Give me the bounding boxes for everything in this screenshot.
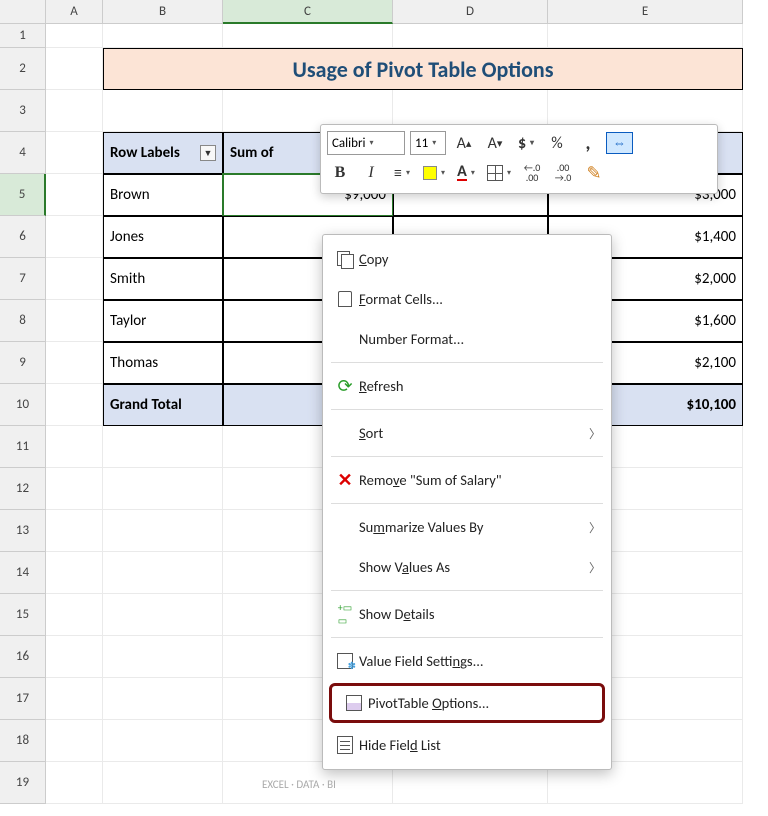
row-header-18[interactable]: 18 — [0, 720, 46, 762]
title-cell[interactable]: Usage of Pivot Table Options — [103, 48, 743, 90]
ctx-refresh[interactable]: ⟳ Refresh — [323, 366, 611, 406]
row-header-10[interactable]: 10 — [0, 384, 46, 426]
row-smith-name[interactable]: Smith — [103, 258, 223, 300]
fill-color-button[interactable]: ▾ — [420, 160, 448, 186]
row-taylor-name[interactable]: Taylor — [103, 300, 223, 342]
row-header-14[interactable]: 14 — [0, 552, 46, 594]
pivot-header-rowlabels[interactable]: Row Labels ▼ — [103, 132, 223, 174]
row-header-17[interactable]: 17 — [0, 678, 46, 720]
submenu-arrow-icon: 〉 — [589, 519, 601, 536]
decrease-decimal-button[interactable]: .00→.0 — [550, 160, 576, 186]
align-button[interactable]: ≡▾ — [389, 160, 415, 186]
ctx-separator — [331, 409, 603, 410]
format-painter-button[interactable]: ✎ — [581, 160, 607, 186]
field-settings-icon — [331, 649, 359, 673]
col-header-a[interactable]: A — [46, 0, 103, 24]
row-brown-name[interactable]: Brown — [103, 174, 223, 216]
refresh-icon: ⟳ — [331, 374, 359, 398]
row-header-13[interactable]: 13 — [0, 510, 46, 552]
ctx-value-field-label: Value Field Settings... — [359, 652, 601, 670]
borders-button[interactable]: ▾ — [484, 160, 514, 186]
ctx-summarize-label: Summarize Values By — [359, 518, 589, 536]
row-header-4[interactable]: 4 — [0, 132, 46, 174]
percent-format-button[interactable]: % — [544, 130, 570, 156]
row-header-12[interactable]: 12 — [0, 468, 46, 510]
comma-format-button[interactable]: , — [575, 130, 601, 156]
col-header-b[interactable]: B — [103, 0, 223, 24]
font-size-combo[interactable]: 11▾ — [410, 131, 446, 155]
row-header-16[interactable]: 16 — [0, 636, 46, 678]
grow-font-button[interactable]: A▴ — [451, 130, 477, 156]
ctx-show-values-label: Show Values As — [359, 558, 589, 576]
select-all-corner[interactable] — [0, 0, 46, 24]
ctx-sort[interactable]: Sort 〉 — [323, 413, 611, 453]
font-color-button[interactable]: A▾ — [453, 160, 479, 186]
col-header-e[interactable]: E — [548, 0, 743, 24]
copy-icon — [331, 247, 359, 271]
ctx-separator — [331, 637, 603, 638]
border-icon — [487, 165, 503, 181]
row-header-11[interactable]: 11 — [0, 426, 46, 468]
filter-dropdown-icon[interactable]: ▼ — [200, 145, 216, 161]
ctx-hide-list-label: Hide Field List — [359, 736, 601, 754]
row-labels-text: Row Labels — [110, 144, 180, 162]
watermark-text: EXCEL · DATA · BI — [262, 778, 336, 791]
ctx-pivot-options-label: PivotTable Options... — [368, 694, 592, 712]
row-header-3[interactable]: 3 — [0, 90, 46, 132]
row-jones-name[interactable]: Jones — [103, 216, 223, 258]
field-list-icon — [331, 733, 359, 757]
font-name-combo[interactable]: Calibri▾ — [327, 131, 405, 155]
row-header-7[interactable]: 7 — [0, 258, 46, 300]
submenu-arrow-icon: 〉 — [589, 559, 601, 576]
row-thomas-name[interactable]: Thomas — [103, 342, 223, 384]
ctx-number-format-label: Number Format... — [359, 330, 601, 348]
ctx-copy[interactable]: Copy — [323, 239, 611, 279]
accounting-format-button[interactable]: $▾ — [513, 130, 539, 156]
col-header-c[interactable]: C — [223, 0, 393, 24]
ctx-separator — [331, 456, 603, 457]
increase-decimal-button[interactable]: ←.0.00 — [519, 160, 545, 186]
row-header-1[interactable]: 1 — [0, 24, 46, 48]
grand-total-label[interactable]: Grand Total — [103, 384, 223, 426]
pivottable-icon — [340, 691, 368, 715]
ctx-show-values[interactable]: Show Values As 〉 — [323, 547, 611, 587]
expand-icon: +▭▭ — [331, 602, 359, 626]
row-header-6[interactable]: 6 — [0, 216, 46, 258]
column-headers: A B C D E — [0, 0, 768, 24]
ctx-pivottable-options[interactable]: PivotTable Options... — [329, 683, 605, 723]
row-header-2[interactable]: 2 — [0, 48, 46, 90]
shrink-font-button[interactable]: A▾ — [482, 130, 508, 156]
row-header-9[interactable]: 9 — [0, 342, 46, 384]
col-header-d[interactable]: D — [393, 0, 548, 24]
context-menu: Copy Format Cells... Number Format... ⟳ … — [322, 234, 612, 770]
bold-button[interactable]: B — [327, 160, 353, 186]
ctx-format-cells[interactable]: Format Cells... — [323, 279, 611, 319]
ctx-remove-label: Remove "Sum of Salary" — [359, 471, 601, 489]
ctx-summarize[interactable]: Summarize Values By 〉 — [323, 507, 611, 547]
remove-icon: ✕ — [331, 468, 359, 492]
ctx-show-details[interactable]: +▭▭ Show Details — [323, 594, 611, 634]
ctx-remove[interactable]: ✕ Remove "Sum of Salary" — [323, 460, 611, 500]
ctx-sort-label: Sort — [359, 424, 589, 442]
merge-center-button[interactable]: ⇔ — [606, 132, 633, 154]
submenu-arrow-icon: 〉 — [589, 425, 601, 442]
ctx-separator — [331, 503, 603, 504]
row-header-19[interactable]: 19 — [0, 762, 46, 804]
row-header-5[interactable]: 5 — [0, 174, 46, 216]
ctx-copy-label: Copy — [359, 250, 601, 268]
ctx-format-cells-label: Format Cells... — [359, 290, 601, 308]
row-header-15[interactable]: 15 — [0, 594, 46, 636]
ctx-number-format[interactable]: Number Format... — [323, 319, 611, 359]
italic-button[interactable]: I — [358, 160, 384, 186]
ctx-hide-field-list[interactable]: Hide Field List — [323, 725, 611, 765]
mini-toolbar: Calibri▾ 11▾ A▴ A▾ $▾ % , ⇔ B I ≡▾ ▾ A▾ … — [320, 124, 718, 194]
row-header-8[interactable]: 8 — [0, 300, 46, 342]
ctx-show-details-label: Show Details — [359, 605, 601, 623]
ctx-separator — [331, 590, 603, 591]
format-cells-icon — [331, 287, 359, 311]
ctx-separator — [331, 362, 603, 363]
ctx-refresh-label: Refresh — [359, 377, 601, 395]
ctx-value-field-settings[interactable]: Value Field Settings... — [323, 641, 611, 681]
